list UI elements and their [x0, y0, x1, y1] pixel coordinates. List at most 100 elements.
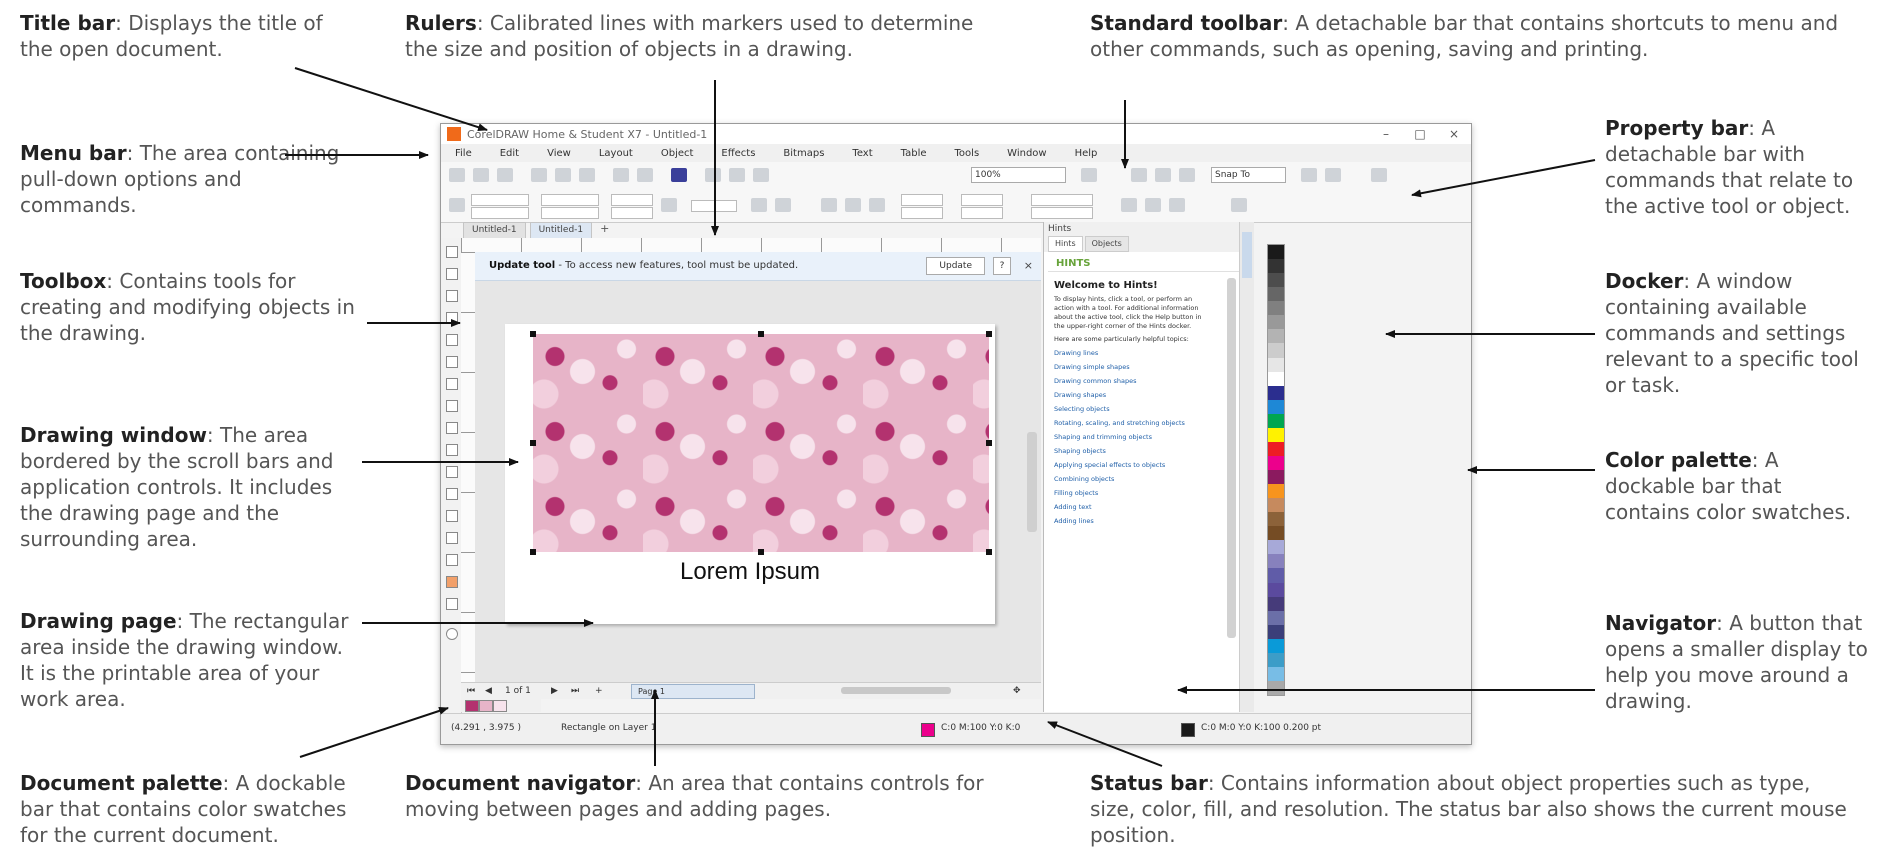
scale-y-field[interactable] [611, 207, 653, 219]
drop-shadow-tool-icon[interactable] [446, 510, 458, 522]
outline-width-field[interactable] [1031, 194, 1093, 206]
hint-link[interactable]: Shaping objects [1044, 444, 1254, 458]
next-page-icon[interactable]: ▶ [551, 683, 558, 699]
color-swatch[interactable] [1268, 245, 1284, 260]
interactive-fill-tool-icon[interactable] [446, 576, 458, 588]
selection-handle[interactable] [986, 549, 992, 555]
corner-chamfer-icon[interactable] [869, 198, 885, 212]
color-swatch[interactable] [1268, 610, 1284, 625]
tab-document[interactable]: Untitled-1 [463, 222, 526, 239]
selection-handle[interactable] [758, 549, 764, 555]
new-document-icon[interactable] [449, 168, 465, 182]
to-front-icon[interactable] [1145, 198, 1161, 212]
drawing-window[interactable]: Update tool - To access new features, to… [475, 252, 1041, 682]
height-field[interactable] [541, 207, 599, 219]
hint-link[interactable]: Shaping and trimming objects [1044, 430, 1254, 444]
color-swatch[interactable] [1268, 582, 1284, 597]
artistic-media-tool-icon[interactable] [446, 356, 458, 368]
convert-to-curves-icon[interactable] [1231, 198, 1247, 212]
close-icon[interactable]: × [1024, 252, 1033, 280]
rotation-field[interactable] [691, 200, 737, 212]
color-swatch[interactable] [1268, 652, 1284, 667]
selection-handle[interactable] [758, 331, 764, 337]
save-icon[interactable] [497, 168, 513, 182]
menu-item-object[interactable]: Object [647, 148, 708, 159]
shape-tool-icon[interactable] [446, 268, 458, 280]
outline-style-field[interactable] [1031, 207, 1093, 219]
color-swatch[interactable] [1268, 273, 1284, 288]
show-rulers-icon[interactable] [1131, 168, 1147, 182]
show-guidelines-icon[interactable] [1179, 168, 1195, 182]
text-tool-icon[interactable] [446, 444, 458, 456]
pink-floral-pattern-rectangle[interactable] [533, 334, 989, 552]
object-origin-icon[interactable] [449, 198, 465, 212]
pick-tool-icon[interactable] [446, 246, 458, 258]
hint-link[interactable]: Adding text [1044, 500, 1254, 514]
paste-icon[interactable] [579, 168, 595, 182]
cut-icon[interactable] [531, 168, 547, 182]
mirror-horizontal-icon[interactable] [751, 198, 767, 212]
transparency-tool-icon[interactable] [446, 532, 458, 544]
copy-icon[interactable] [555, 168, 571, 182]
outline-color-swatch[interactable] [1181, 723, 1195, 737]
document-palette-swatch[interactable] [479, 700, 493, 712]
scale-x-field[interactable] [611, 194, 653, 206]
color-swatch[interactable] [1268, 484, 1284, 499]
hint-link[interactable]: Applying special effects to objects [1044, 458, 1254, 472]
docker-tab-hints[interactable]: Hints [1048, 236, 1083, 252]
color-swatch[interactable] [1268, 371, 1284, 386]
navigator-button-icon[interactable]: ✥ [1013, 683, 1021, 699]
menu-item-text[interactable]: Text [838, 148, 886, 159]
minimize-icon[interactable]: – [1369, 127, 1403, 141]
polygon-tool-icon[interactable] [446, 422, 458, 434]
document-palette-swatch[interactable] [465, 700, 479, 712]
help-button[interactable]: ? [993, 257, 1011, 275]
menu-item-view[interactable]: View [533, 148, 585, 159]
previous-page-icon[interactable]: ◀ [485, 683, 492, 699]
corner-round-icon[interactable] [821, 198, 837, 212]
color-swatch[interactable] [1268, 357, 1284, 372]
connector-tool-icon[interactable] [446, 488, 458, 500]
color-swatch[interactable] [1268, 343, 1284, 358]
hint-link[interactable]: Combining objects [1044, 472, 1254, 486]
color-swatch[interactable] [1268, 385, 1284, 400]
fill-color-swatch[interactable] [921, 723, 935, 737]
docker-scrollbar[interactable] [1227, 278, 1236, 638]
color-swatch[interactable] [1268, 680, 1284, 695]
drawing-page[interactable]: Lorem Ipsum [505, 324, 995, 624]
menu-item-tools[interactable]: Tools [941, 148, 994, 159]
lock-ratio-icon[interactable] [661, 198, 677, 212]
page-tab[interactable]: Page 1 [631, 684, 755, 699]
selection-handle[interactable] [986, 440, 992, 446]
ellipse-tool-icon[interactable] [446, 400, 458, 412]
selection-handle[interactable] [530, 331, 536, 337]
menu-item-help[interactable]: Help [1061, 148, 1112, 159]
application-launcher-icon[interactable] [1325, 168, 1341, 182]
hint-link[interactable]: Adding lines [1044, 514, 1254, 528]
corner-radius-3-field[interactable] [961, 194, 1003, 206]
selection-handle[interactable] [530, 440, 536, 446]
y-position-field[interactable] [471, 207, 529, 219]
freehand-tool-icon[interactable] [446, 334, 458, 346]
to-back-icon[interactable] [1169, 198, 1185, 212]
document-palette-swatch[interactable] [493, 700, 507, 712]
menu-item-table[interactable]: Table [887, 148, 941, 159]
close-icon[interactable]: × [1437, 127, 1471, 141]
parallel-dimension-tool-icon[interactable] [446, 466, 458, 478]
color-swatch[interactable] [1268, 554, 1284, 569]
color-swatch[interactable] [1268, 624, 1284, 639]
color-swatch[interactable] [1268, 301, 1284, 316]
menu-item-bitmaps[interactable]: Bitmaps [769, 148, 838, 159]
color-swatch[interactable] [1268, 441, 1284, 456]
color-swatch[interactable] [1268, 498, 1284, 513]
undo-icon[interactable] [613, 168, 629, 182]
zoom-tool-icon[interactable] [446, 312, 458, 324]
hint-link[interactable]: Selecting objects [1044, 402, 1254, 416]
color-swatch[interactable] [1268, 413, 1284, 428]
horizontal-ruler[interactable] [461, 238, 1041, 253]
snap-to-select[interactable]: Snap To [1211, 167, 1286, 183]
zoom-select[interactable]: 100% [971, 167, 1066, 183]
last-page-icon[interactable]: ⏭ [571, 683, 579, 699]
add-tool-icon[interactable] [446, 628, 458, 640]
color-swatch[interactable] [1268, 259, 1284, 274]
